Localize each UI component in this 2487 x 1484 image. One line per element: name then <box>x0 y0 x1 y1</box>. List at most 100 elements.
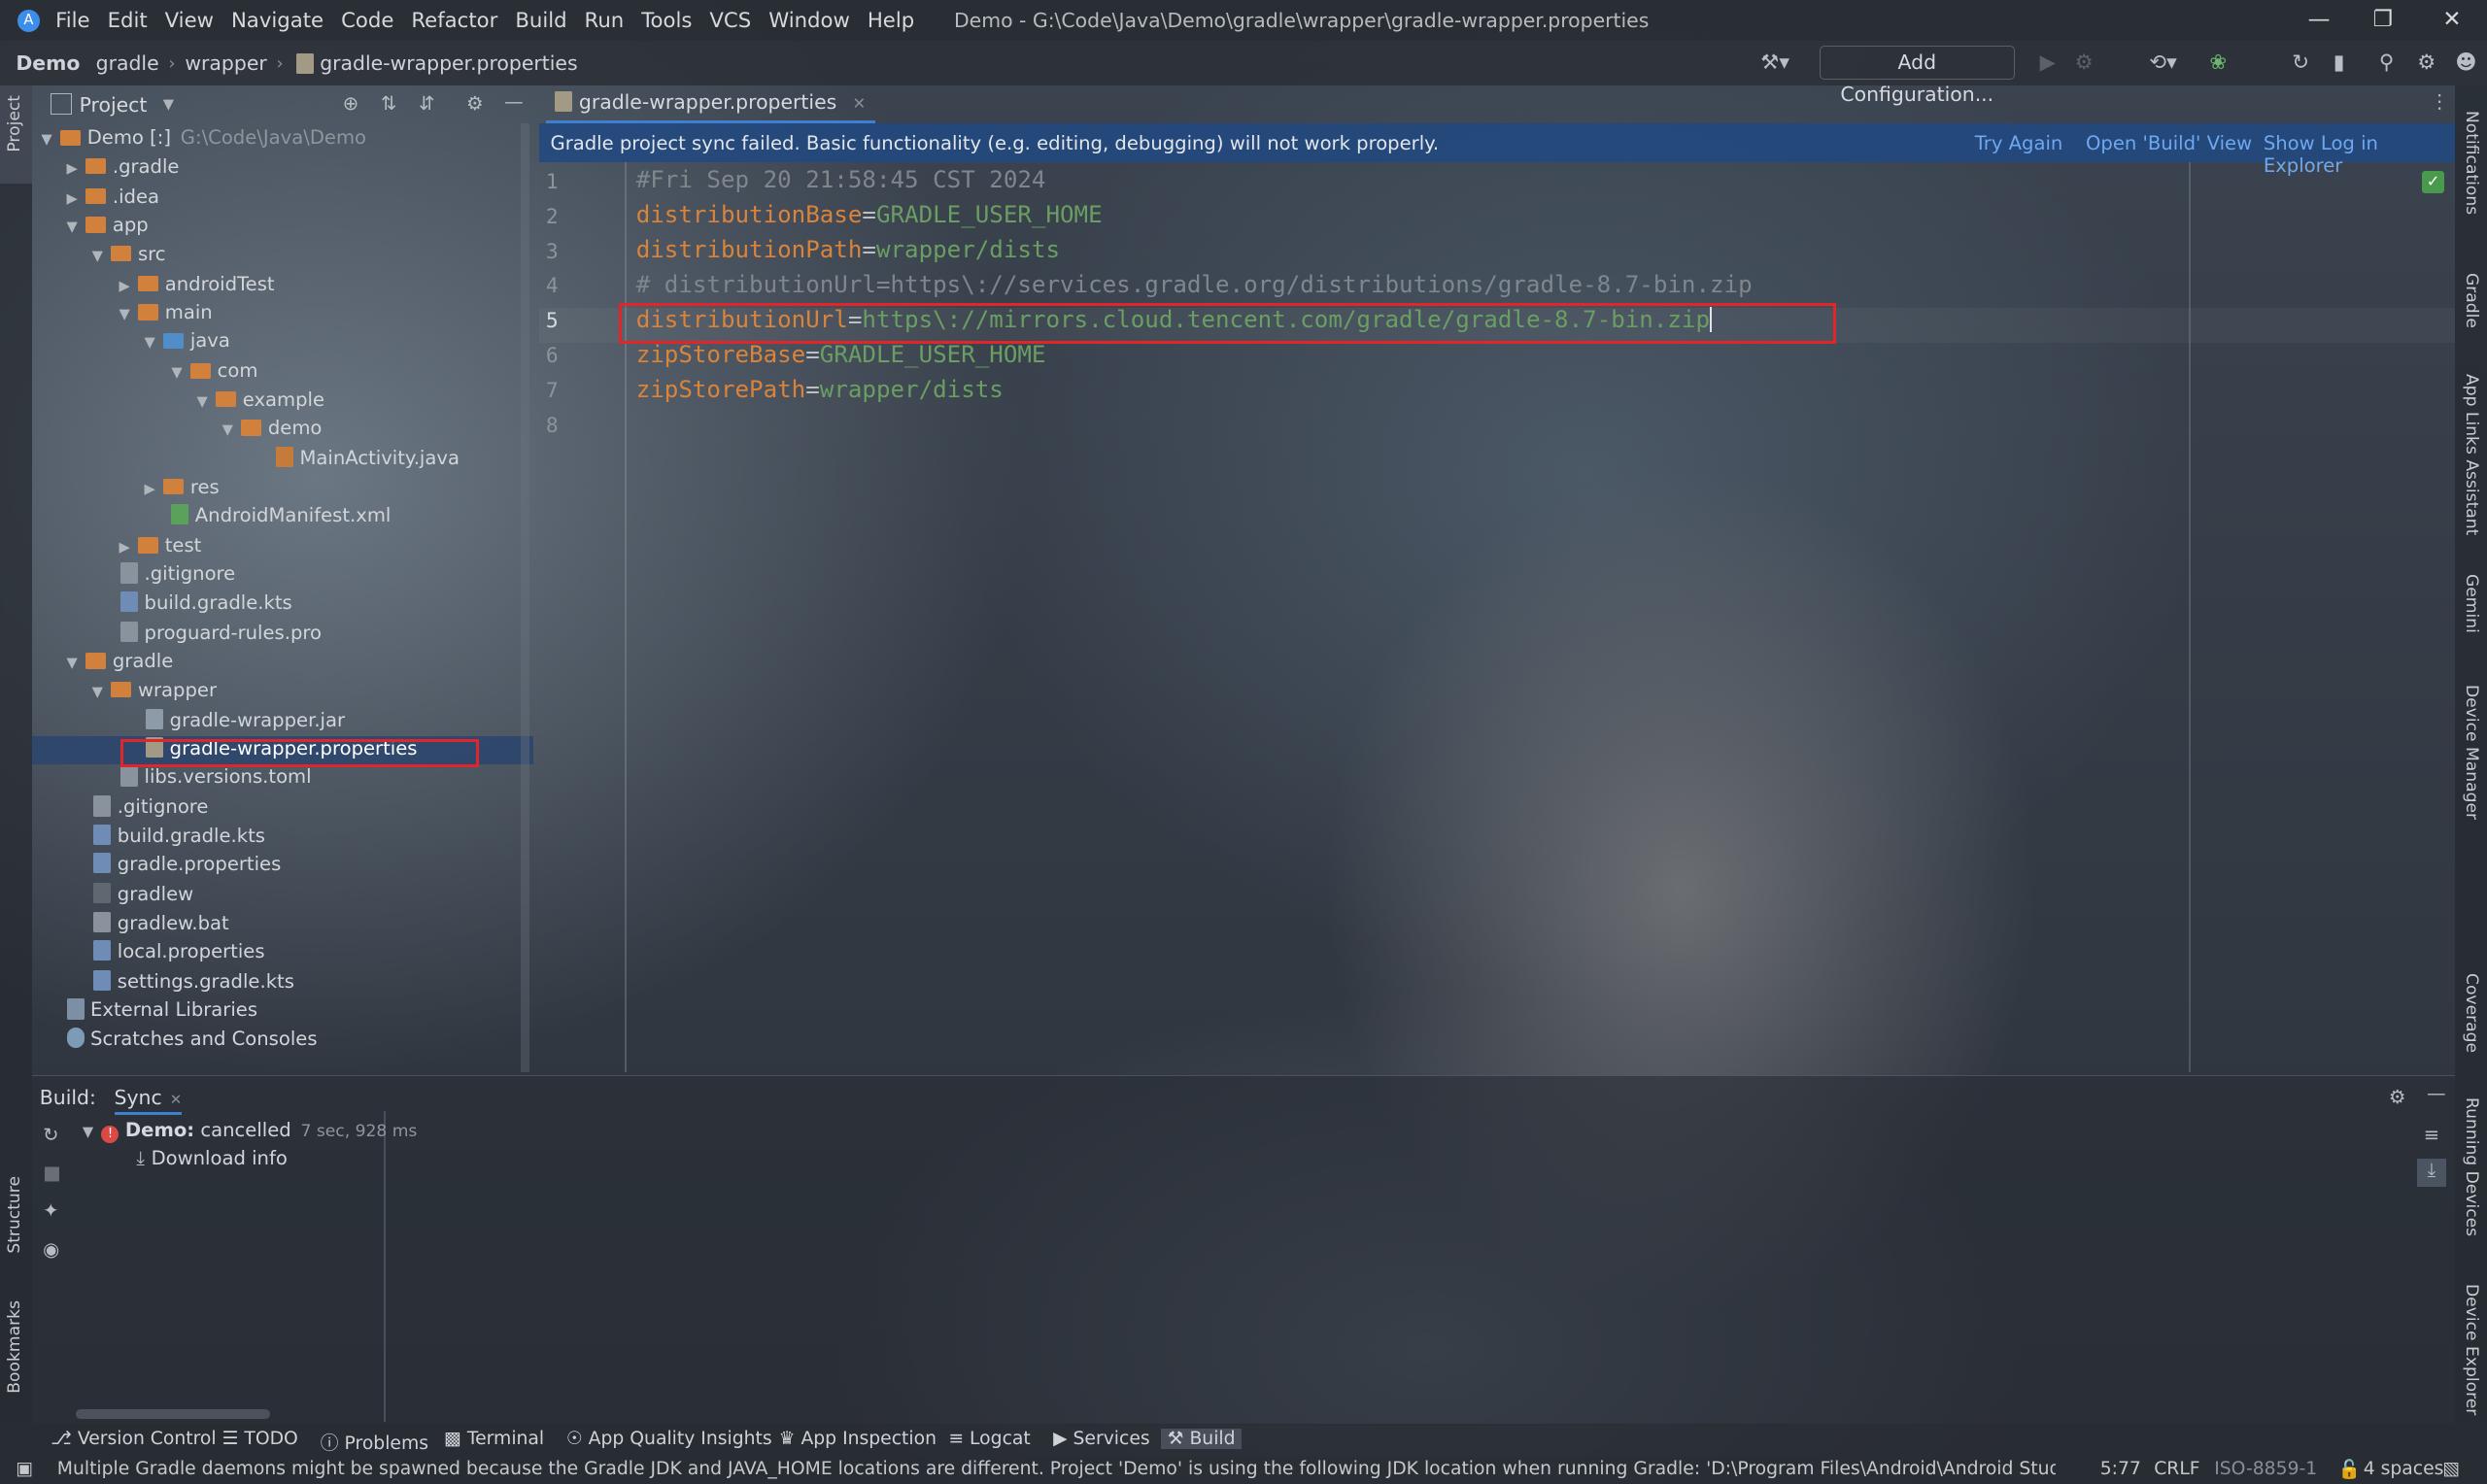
tree-item-demo-root[interactable]: ▼ Demo [:] G:\Code\Java\Demo <box>41 123 366 152</box>
sync-icon[interactable]: ↻ <box>43 1124 58 1146</box>
bug-icon[interactable]: ❀ <box>2209 51 2227 75</box>
gear-icon[interactable]: ⚙ <box>466 92 484 115</box>
no-problems-check-icon[interactable]: ✓ <box>2422 171 2444 194</box>
tool-app-inspection[interactable]: ♛ App Inspection <box>779 1429 937 1449</box>
tree-item-mainactivity[interactable]: MainActivity.java <box>276 444 460 472</box>
breadcrumb-gradle[interactable]: gradle <box>96 51 159 75</box>
debug-icon[interactable]: ⚙ <box>2075 51 2094 75</box>
tree-item-idea[interactable]: ▶ .idea <box>67 183 159 211</box>
close-icon[interactable]: ✕ <box>2442 7 2461 32</box>
menu-view[interactable]: View <box>165 9 214 33</box>
tree-item-src[interactable]: ▼ src <box>92 240 166 268</box>
code-editor[interactable]: ✓ 1 2 3 4 5 6 7 8 #Fri Sep 20 21:58:45 C… <box>539 161 2456 1072</box>
menu-code[interactable]: Code <box>341 9 393 33</box>
gemini-stripe-button[interactable]: Gemini <box>2462 574 2481 633</box>
tree-item-gradle[interactable]: ▼ gradle <box>67 647 174 675</box>
memory-indicator-icon[interactable]: ▧ <box>2442 1459 2460 1479</box>
tree-item-gradle-properties[interactable]: gradle.properties <box>93 850 281 878</box>
tree-scrollbar[interactable] <box>520 123 530 1072</box>
menu-vcs[interactable]: VCS <box>709 9 751 33</box>
tree-item-androidtest[interactable]: ▶ androidTest <box>119 270 274 298</box>
tree-item-main[interactable]: ▼ main <box>119 298 212 326</box>
more-options-icon[interactable]: ⋮ <box>2430 90 2449 113</box>
tree-item-wrapper-jar[interactable]: gradle-wrapper.jar <box>146 706 345 734</box>
readonly-lock-icon[interactable]: 🔓 <box>2338 1459 2361 1480</box>
menu-edit[interactable]: Edit <box>108 9 148 33</box>
sync-gradle-icon[interactable]: ↻ <box>2292 51 2309 75</box>
tree-item-demo-package[interactable]: ▼ demo <box>222 414 323 442</box>
tree-item-libs-versions[interactable]: libs.versions.toml <box>120 762 312 791</box>
tab-gradle-wrapper-properties[interactable]: gradle-wrapper.properties ✕ <box>545 85 875 124</box>
stop-icon[interactable]: ■ <box>43 1162 61 1184</box>
close-tab-icon[interactable]: ✕ <box>853 94 867 113</box>
minimize-icon[interactable]: — <box>2308 7 2331 32</box>
close-tab-icon[interactable]: ✕ <box>170 1092 182 1108</box>
run-icon[interactable]: ▶ <box>2040 51 2056 75</box>
tree-item-settings-gradle[interactable]: settings.gradle.kts <box>93 967 294 995</box>
tool-terminal[interactable]: ▩ Terminal <box>444 1429 544 1449</box>
build-tree-scrollbar[interactable] <box>76 1408 270 1419</box>
tree-item-scratches[interactable]: Scratches and Consoles <box>66 1025 318 1053</box>
expand-all-icon[interactable]: ⇅ <box>381 92 396 115</box>
structure-stripe-button[interactable]: Structure <box>5 1176 24 1254</box>
add-configuration-button[interactable]: Add Configuration... <box>1819 46 2015 106</box>
tree-item-example[interactable]: ▼ example <box>196 386 324 414</box>
pin-icon[interactable]: ✦ <box>43 1199 58 1222</box>
tree-item-gradlew[interactable]: gradlew <box>93 880 193 908</box>
tree-item-wrapper[interactable]: ▼ wrapper <box>92 676 217 704</box>
tree-item-gradlew-bat[interactable]: gradlew.bat <box>93 909 229 937</box>
breadcrumb-project[interactable]: Demo <box>16 51 80 75</box>
line-separator[interactable]: CRLF <box>2154 1459 2199 1479</box>
running-devices-stripe-button[interactable]: Running Devices <box>2462 1097 2481 1236</box>
tree-item-java[interactable]: ▼ java <box>145 326 230 354</box>
hammer-icon[interactable]: ⚒▾ <box>1760 51 1789 75</box>
status-message[interactable]: Multiple Gradle daemons might be spawned… <box>57 1459 2056 1479</box>
search-icon[interactable]: ⚲ <box>2379 51 2395 75</box>
tree-item-androidmanifest[interactable]: AndroidManifest.xml <box>171 501 391 529</box>
menu-refactor[interactable]: Refactor <box>411 9 497 33</box>
tree-item-app[interactable]: ▼ app <box>67 211 149 239</box>
indent-setting[interactable]: 4 spaces <box>2364 1459 2444 1479</box>
menu-help[interactable]: Help <box>868 9 914 33</box>
status-toggle-icon[interactable]: ▣ <box>16 1459 33 1479</box>
tab-sync[interactable]: Sync ✕ <box>114 1086 183 1115</box>
device-manager-icon[interactable]: ▮ <box>2334 51 2345 75</box>
tree-item-local-properties[interactable]: local.properties <box>93 937 265 965</box>
menu-window[interactable]: Window <box>768 9 850 33</box>
try-again-link[interactable]: Try Again <box>1975 132 2063 154</box>
tool-version-control[interactable]: ⎇ Version Control <box>51 1429 216 1449</box>
caret-position[interactable]: 5:77 <box>2100 1459 2141 1479</box>
menu-run[interactable]: Run <box>585 9 625 33</box>
tool-app-quality-insights[interactable]: ☉ App Quality Insights <box>566 1429 772 1449</box>
tree-item-dot-gradle[interactable]: ▶ .gradle <box>67 152 180 181</box>
collapse-all-icon[interactable]: ⇵ <box>419 92 434 115</box>
tool-build[interactable]: ⚒ Build <box>1161 1429 1243 1450</box>
tree-item-external-libraries[interactable]: External Libraries <box>66 995 257 1024</box>
file-encoding[interactable]: ISO-8859-1 <box>2214 1459 2317 1479</box>
breadcrumb-file[interactable]: gradle-wrapper.properties <box>320 51 577 75</box>
tree-item-res[interactable]: ▶ res <box>145 473 220 501</box>
breadcrumb-wrapper[interactable]: wrapper <box>185 51 266 75</box>
chevron-down-icon[interactable]: ▼ <box>163 96 174 113</box>
device-explorer-stripe-button[interactable]: Device Explorer <box>2462 1284 2481 1415</box>
tree-item-app-gitignore[interactable]: .gitignore <box>120 559 235 588</box>
tree-item-root-build-gradle[interactable]: build.gradle.kts <box>93 822 265 850</box>
notifications-stripe-button[interactable]: Notifications <box>2462 111 2481 215</box>
app-links-stripe-button[interactable]: App Links Assistant <box>2462 374 2481 535</box>
build-node-demo[interactable]: ▼! Demo: cancelled 7 sec, 928 ms <box>83 1116 417 1144</box>
eye-icon[interactable]: ◉ <box>43 1238 59 1261</box>
tree-item-com[interactable]: ▼ com <box>171 356 257 385</box>
soft-wrap-icon[interactable]: ≡ <box>2424 1124 2439 1146</box>
gear-icon[interactable]: ⚙ <box>2389 1086 2406 1108</box>
tree-item-root-gitignore[interactable]: .gitignore <box>93 793 208 821</box>
coverage-stripe-button[interactable]: Coverage <box>2462 973 2481 1053</box>
hide-panel-icon[interactable]: — <box>2427 1082 2446 1104</box>
open-build-view-link[interactable]: Open 'Build' View <box>2086 132 2252 154</box>
tool-logcat[interactable]: ≡ Logcat <box>948 1429 1030 1449</box>
menu-build[interactable]: Build <box>515 9 566 33</box>
gradle-stripe-button[interactable]: Gradle <box>2462 273 2481 328</box>
gear-icon[interactable]: ⚙ <box>2417 51 2436 75</box>
device-manager-stripe-button[interactable]: Device Manager <box>2462 685 2481 820</box>
bookmarks-stripe-button[interactable]: Bookmarks <box>5 1300 24 1394</box>
project-stripe-button[interactable]: Project <box>0 85 32 185</box>
